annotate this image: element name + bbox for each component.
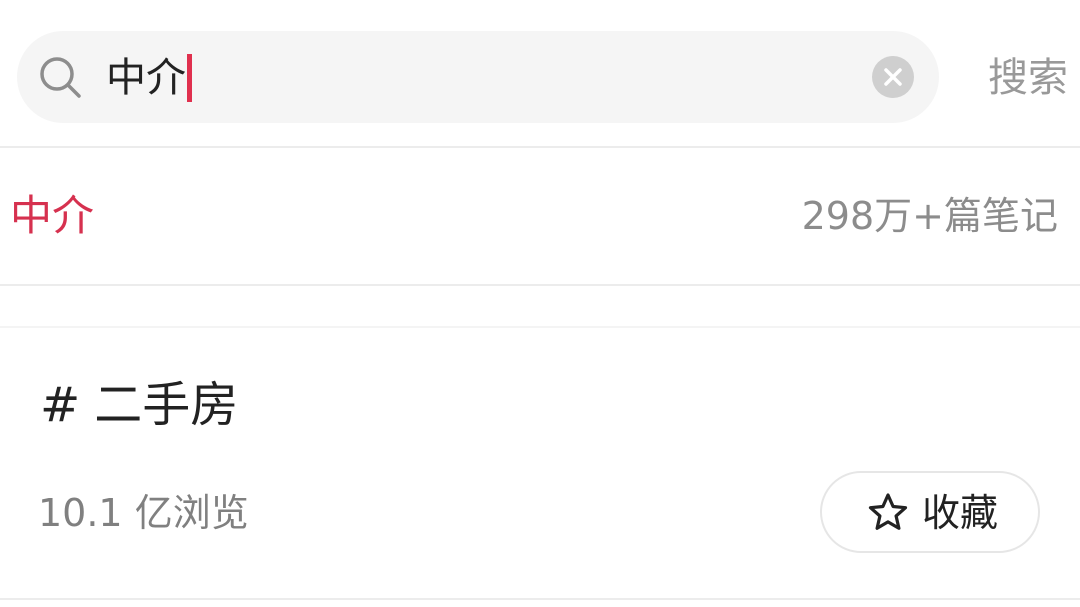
suggestion-note-count: 298万+篇笔记 <box>801 194 1058 238</box>
divider <box>0 598 1080 600</box>
clear-icon <box>884 68 902 86</box>
clear-button[interactable] <box>872 56 914 98</box>
topic-title-text: 二手房 <box>94 377 239 433</box>
collect-label: 收藏 <box>922 491 999 535</box>
text-caret <box>187 54 192 102</box>
topic-card[interactable]: # 二手房 10.1 亿浏览 收藏 <box>0 326 1080 598</box>
search-input[interactable]: 中介 <box>106 50 192 106</box>
search-icon <box>40 57 81 98</box>
search-query-text: 中介 <box>106 55 186 101</box>
suggestion-keyword: 中介 <box>10 191 95 240</box>
divider <box>0 284 1080 286</box>
suggestion-row[interactable]: 中介 298万+篇笔记 <box>0 148 1080 284</box>
collect-button[interactable]: 收藏 <box>820 471 1040 553</box>
hashtag-icon: # <box>40 377 81 433</box>
star-icon <box>868 493 908 530</box>
topic-title: # 二手房 <box>40 370 238 440</box>
search-button[interactable]: 搜索 <box>988 50 1068 106</box>
topic-view-count: 10.1 亿浏览 <box>38 491 249 535</box>
search-bar: 中介 搜索 <box>0 0 1080 146</box>
